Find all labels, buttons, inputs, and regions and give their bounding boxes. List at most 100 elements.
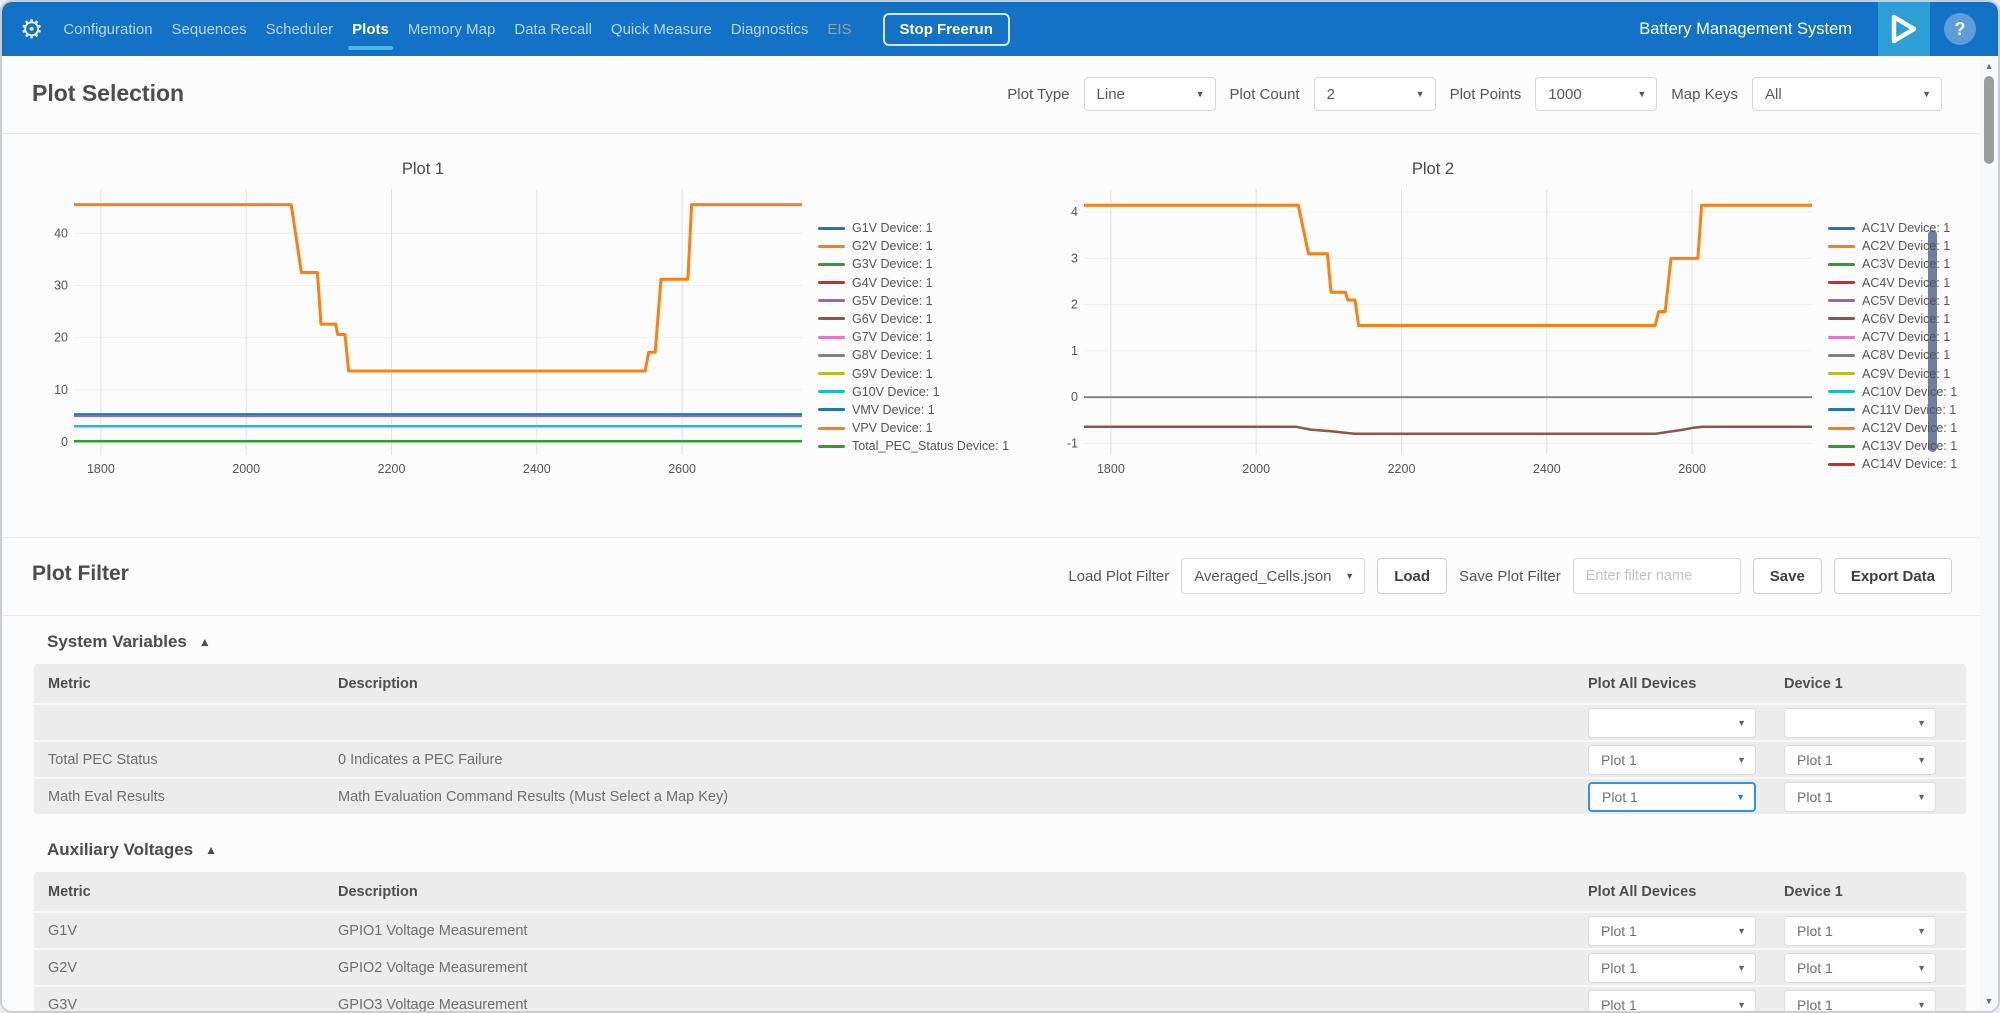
legend-item[interactable]: AC1V Device: 1 [1828, 221, 1957, 235]
plot-all-devices-select[interactable]: Plot 1▼ [1588, 782, 1756, 812]
plot-all-devices-select[interactable]: ▼ [1588, 708, 1756, 738]
dropdown-cell: Plot 1▼ [1588, 916, 1784, 946]
scrollbar-thumb[interactable] [1984, 76, 1994, 164]
svg-text:0: 0 [61, 435, 68, 449]
legend-item[interactable]: Total_PEC_Status Device: 1 [818, 439, 1009, 453]
legend-item[interactable]: G3V Device: 1 [818, 257, 1009, 271]
help-button[interactable]: ? [1944, 13, 1976, 45]
table-header-row: MetricDescriptionPlot All DevicesDevice … [34, 872, 1966, 911]
nav-item-scheduler[interactable]: Scheduler [264, 3, 336, 56]
svg-text:4: 4 [1071, 205, 1078, 219]
select-plot-type[interactable]: Line▼ [1084, 77, 1216, 111]
legend-item[interactable]: AC9V Device: 1 [1828, 367, 1957, 381]
save-button[interactable]: Save [1753, 558, 1822, 594]
legend-label: G1V Device: 1 [852, 221, 933, 235]
nav-item-quick-measure[interactable]: Quick Measure [609, 3, 714, 56]
legend-item[interactable]: AC6V Device: 1 [1828, 312, 1957, 326]
scrollbar-up-icon[interactable]: ▲ [1985, 56, 1994, 74]
legend-item[interactable]: AC3V Device: 1 [1828, 257, 1957, 271]
chevron-down-icon: ▼ [1196, 89, 1205, 99]
nav-item-diagnostics[interactable]: Diagnostics [729, 3, 811, 56]
legend-item[interactable]: G5V Device: 1 [818, 294, 1009, 308]
load-button[interactable]: Load [1377, 558, 1447, 594]
nav-item-data-recall[interactable]: Data Recall [512, 3, 594, 56]
section-title: Auxiliary Voltages [47, 840, 193, 860]
legend-swatch-icon [1828, 336, 1855, 339]
svg-text:-1: -1 [1067, 436, 1078, 450]
legend-label: G7V Device: 1 [852, 330, 933, 344]
column-header: Description [338, 884, 1588, 900]
page-body: Plot Selection Plot TypeLine▼Plot Count2… [2, 56, 1998, 1011]
legend-item[interactable]: AC10V Device: 1 [1828, 385, 1957, 399]
legend-item[interactable]: G6V Device: 1 [818, 312, 1009, 326]
chevron-down-icon: ▼ [1917, 792, 1926, 802]
plot-canvas-2[interactable]: -10123418002000220024002600 [1048, 181, 1818, 481]
control-label-plot-count: Plot Count [1230, 86, 1300, 103]
legend-item[interactable]: G4V Device: 1 [818, 276, 1009, 290]
legend-item[interactable]: AC2V Device: 1 [1828, 239, 1957, 253]
legend-item[interactable]: G10V Device: 1 [818, 385, 1009, 399]
column-header: Plot All Devices [1588, 884, 1784, 900]
legend-item[interactable]: AC11V Device: 1 [1828, 403, 1957, 417]
nav-item-eis[interactable]: EIS [825, 3, 853, 56]
legend-item[interactable]: VMV Device: 1 [818, 403, 1009, 417]
select-plot-count[interactable]: 2▼ [1314, 77, 1436, 111]
legend-item[interactable]: AC7V Device: 1 [1828, 330, 1957, 344]
legend-swatch-icon [818, 299, 845, 302]
legend-item[interactable]: G7V Device: 1 [818, 330, 1009, 344]
svg-text:1: 1 [1071, 344, 1078, 358]
nav-item-plots[interactable]: Plots [350, 3, 391, 56]
select-plot-points[interactable]: 1000▼ [1535, 77, 1657, 111]
nav-item-sequences[interactable]: Sequences [170, 3, 249, 56]
vertical-scrollbar[interactable]: ▲ ▼ [1980, 56, 1998, 1011]
device1-select[interactable]: ▼ [1784, 708, 1936, 738]
legend-item[interactable]: G9V Device: 1 [818, 367, 1009, 381]
legend-swatch-icon [818, 281, 845, 284]
device1-select[interactable]: Plot 1▼ [1784, 953, 1936, 983]
dropdown-cell: Plot 1▼ [1784, 953, 1966, 983]
plot-canvas-1[interactable]: 01020304018002000220024002600 [38, 181, 808, 481]
dropdown-cell: Plot 1▼ [1588, 990, 1784, 1012]
load-filter-select[interactable]: Averaged_Cells.json ▼ [1181, 558, 1365, 594]
scrollbar-down-icon[interactable]: ▼ [1985, 993, 1994, 1011]
legend-item[interactable]: G8V Device: 1 [818, 348, 1009, 362]
legend-label: AC1V Device: 1 [1862, 221, 1950, 235]
select-map-keys[interactable]: All▼ [1752, 77, 1942, 111]
device1-select[interactable]: Plot 1▼ [1784, 916, 1936, 946]
legend-item[interactable]: VPV Device: 1 [818, 421, 1009, 435]
plot-all-devices-select[interactable]: Plot 1▼ [1588, 990, 1756, 1012]
run-button[interactable] [1878, 2, 1930, 56]
legend-label: AC11V Device: 1 [1862, 403, 1956, 417]
legend-item[interactable]: AC12V Device: 1 [1828, 421, 1957, 435]
nav-right: Battery Management System ? [1639, 2, 1998, 56]
stop-freerun-button[interactable]: Stop Freerun [883, 13, 1010, 46]
collapse-icon[interactable]: ▲ [199, 635, 211, 649]
device1-select[interactable]: Plot 1▼ [1784, 990, 1936, 1012]
legend-item[interactable]: AC5V Device: 1 [1828, 294, 1957, 308]
legend-item[interactable]: AC4V Device: 1 [1828, 276, 1957, 290]
legend-item[interactable]: G2V Device: 1 [818, 239, 1009, 253]
chevron-down-icon: ▼ [1416, 89, 1425, 99]
legend-swatch-icon [1828, 463, 1855, 466]
collapse-icon[interactable]: ▲ [205, 843, 217, 857]
legend-item[interactable]: AC14V Device: 1 [1828, 457, 1957, 471]
export-data-button[interactable]: Export Data [1834, 558, 1952, 594]
plot-all-devices-select[interactable]: Plot 1▼ [1588, 745, 1756, 775]
filter-name-input[interactable] [1573, 558, 1741, 594]
legend-item[interactable]: AC13V Device: 1 [1828, 439, 1957, 453]
app-window: ⚙ Configuration Sequences Scheduler Plots Me… [0, 0, 2000, 1013]
nav-item-memory-map[interactable]: Memory Map [406, 3, 498, 56]
nav-item-configuration[interactable]: Configuration [61, 3, 154, 56]
legend-item[interactable]: AC8V Device: 1 [1828, 348, 1957, 362]
chevron-down-icon: ▼ [1737, 963, 1746, 973]
svg-text:2000: 2000 [1242, 462, 1270, 476]
legend-item[interactable]: G1V Device: 1 [818, 221, 1009, 235]
plot-all-devices-select[interactable]: Plot 1▼ [1588, 916, 1756, 946]
load-plot-filter-label: Load Plot Filter [1068, 568, 1169, 585]
device1-select[interactable]: Plot 1▼ [1784, 782, 1936, 812]
plot-all-devices-select[interactable]: Plot 1▼ [1588, 953, 1756, 983]
device1-select[interactable]: Plot 1▼ [1784, 745, 1936, 775]
legend-label: G5V Device: 1 [852, 294, 933, 308]
gear-icon[interactable]: ⚙ [20, 16, 43, 42]
legend-label: AC4V Device: 1 [1862, 276, 1950, 290]
